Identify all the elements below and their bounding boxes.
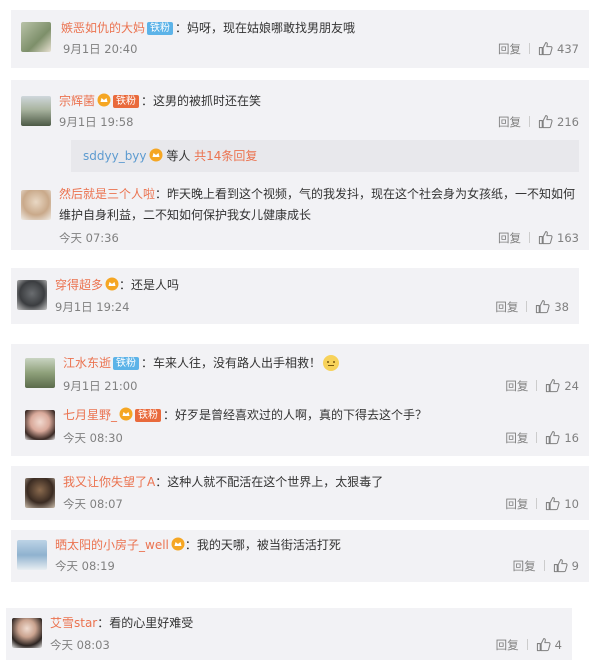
comment-card: 宗辉菌 铁粉 ：这男的被抓时还在笑 9月1日 19:58 回复 216 sddyy_b… xyxy=(11,80,589,250)
divider xyxy=(536,432,538,443)
username-link[interactable]: 艾雪star xyxy=(50,616,97,630)
vip-crown-icon xyxy=(97,93,111,107)
comment-text: ：这男的被抓时还在笑 xyxy=(141,94,262,108)
like-count[interactable]: 216 xyxy=(557,115,579,129)
comment-time: 9月1日 21:00 xyxy=(63,379,138,393)
comment-card: 艾雪star：看的心里好难受 今天 08:03 回复 4 xyxy=(6,608,572,660)
divider xyxy=(526,301,528,312)
like-count[interactable]: 10 xyxy=(564,497,579,511)
divider xyxy=(529,232,531,243)
comment-card: 穿得超多 ：还是人吗 9月1日 19:24 回复 38 xyxy=(11,268,579,324)
comment-time: 9月1日 19:24 xyxy=(55,300,130,314)
like-count[interactable]: 163 xyxy=(557,231,579,245)
username-link[interactable]: 宗辉菌 xyxy=(59,94,95,108)
username-link[interactable]: 七月星野_ xyxy=(63,408,117,422)
like-count[interactable]: 16 xyxy=(564,431,579,445)
comment-text: ：看的心里好难受 xyxy=(97,616,194,630)
username-link[interactable]: 晒太阳的小房子_well xyxy=(55,538,169,552)
thumbs-up-icon[interactable] xyxy=(545,430,560,445)
speechless-emoji-icon xyxy=(323,355,340,371)
username-link[interactable]: 嫉恶如仇的大妈 xyxy=(61,21,145,35)
vip-crown-icon xyxy=(171,537,185,551)
comment-card: 我又让你失望了A：这种人就不配活在这个世界上，太狠毒了 今天 08:07 回复 1… xyxy=(11,466,589,520)
like-count[interactable]: 4 xyxy=(555,638,562,652)
divider xyxy=(536,380,538,391)
avatar[interactable] xyxy=(21,22,51,52)
reply-button[interactable]: 回复 xyxy=(496,638,519,652)
comment-text-continued: 维护自身利益，二不知如何保护我女儿健康成长 xyxy=(59,208,312,222)
comment-time: 9月1日 20:40 xyxy=(63,42,138,56)
comment-text: ：还是人吗 xyxy=(119,278,180,292)
reply-button[interactable]: 回复 xyxy=(513,559,536,573)
comment-card: 嫉恶如仇的大妈 铁粉 ：妈呀，现在姑娘哪敢找男朋友哦 9月1日 20:40 回复 43… xyxy=(11,10,589,68)
tiefen-badge: 铁粉 xyxy=(135,409,162,422)
comment-text: ：我的天哪，被当街活活打死 xyxy=(184,538,341,552)
like-count[interactable]: 38 xyxy=(554,300,569,314)
reply-button[interactable]: 回复 xyxy=(498,115,521,129)
username-link[interactable]: 穿得超多 xyxy=(55,278,103,292)
avatar[interactable] xyxy=(25,358,55,388)
divider xyxy=(526,639,528,650)
comment-time: 今天 08:07 xyxy=(63,497,123,511)
thumbs-up-icon[interactable] xyxy=(553,558,568,573)
reply-button[interactable]: 回复 xyxy=(505,379,528,393)
thumbs-up-icon[interactable] xyxy=(538,41,553,56)
avatar[interactable] xyxy=(25,410,55,440)
like-count[interactable]: 24 xyxy=(564,379,579,393)
avatar[interactable] xyxy=(21,190,51,220)
username-link[interactable]: 我又让你失望了A xyxy=(63,475,155,489)
comment-text: ：这种人就不配活在这个世界上，太狠毒了 xyxy=(155,475,384,489)
tiefen-badge: 铁粉 xyxy=(113,95,140,108)
divider xyxy=(529,43,531,54)
divider xyxy=(536,498,538,509)
comment-time: 今天 08:30 xyxy=(63,431,123,445)
username-link[interactable]: 然后就是三个人啦 xyxy=(59,187,155,201)
comment-text: ：妈呀，现在姑娘哪敢找男朋友哦 xyxy=(175,21,356,35)
comment-time: 今天 07:36 xyxy=(59,231,119,245)
avatar[interactable] xyxy=(17,540,47,570)
reply-button[interactable]: 回复 xyxy=(498,42,521,56)
comment-time: 今天 08:19 xyxy=(55,559,115,573)
thumbs-up-icon[interactable] xyxy=(545,378,560,393)
thumbs-up-icon[interactable] xyxy=(545,496,560,511)
reply-button[interactable]: 回复 xyxy=(505,497,528,511)
comment-card: 江水东逝 铁粉 ：车来人往，没有路人出手相救！ 9月1日 21:00 回复 24 七月… xyxy=(11,344,589,456)
avatar[interactable] xyxy=(25,478,55,508)
comment-time: 9月1日 19:58 xyxy=(59,115,134,129)
divider xyxy=(543,560,545,571)
avatar[interactable] xyxy=(17,280,47,310)
vip-crown-icon xyxy=(119,407,133,421)
reply-button[interactable]: 回复 xyxy=(505,431,528,445)
like-count[interactable]: 9 xyxy=(572,559,579,573)
tiefen-badge: 铁粉 xyxy=(113,357,140,370)
comment-text: ：昨天晚上看到这个视频，气的我发抖，现在这个社会身为女孩纸，一不知如何 xyxy=(155,187,576,201)
comment-text: ：好歹是曾经喜欢过的人啊，真的下得去这个手？ xyxy=(163,408,428,422)
reply-button[interactable]: 回复 xyxy=(495,300,518,314)
comment-time: 今天 08:03 xyxy=(50,638,110,652)
divider xyxy=(529,116,531,127)
username-link[interactable]: 江水东逝 xyxy=(63,356,111,370)
reply-user-link[interactable]: sddyy_byy xyxy=(83,149,147,163)
avatar[interactable] xyxy=(12,618,42,648)
thumbs-up-icon[interactable] xyxy=(538,230,553,245)
reply-summary[interactable]: sddyy_byy 等人 共14条回复 xyxy=(71,140,579,172)
thumbs-up-icon[interactable] xyxy=(538,114,553,129)
like-count[interactable]: 437 xyxy=(557,42,579,56)
more-replies-link[interactable]: 共14条回复 xyxy=(194,149,257,163)
reply-summary-text: 等人 xyxy=(162,149,195,163)
vip-crown-icon xyxy=(105,277,119,291)
comment-text: ：车来人往，没有路人出手相救！ xyxy=(141,356,322,370)
reply-button[interactable]: 回复 xyxy=(498,231,521,245)
thumbs-up-icon[interactable] xyxy=(536,637,551,652)
thumbs-up-icon[interactable] xyxy=(535,299,550,314)
vip-crown-icon xyxy=(149,148,163,162)
tiefen-badge: 铁粉 xyxy=(147,22,174,35)
comment-card: 晒太阳的小房子_well ：我的天哪，被当街活活打死 今天 08:19 回复 9 xyxy=(11,530,589,582)
avatar[interactable] xyxy=(21,96,51,126)
